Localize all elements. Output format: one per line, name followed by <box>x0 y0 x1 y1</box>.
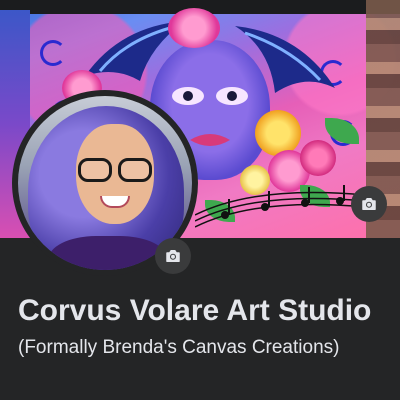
painting-flower <box>255 110 301 156</box>
painting-flower <box>300 140 336 176</box>
profile-photo-shirt <box>48 236 168 270</box>
profile-photo-glasses-left <box>78 158 112 182</box>
painting-leaf <box>325 118 359 144</box>
camera-icon <box>166 250 180 262</box>
painting-flower <box>168 8 220 48</box>
painting-music-staff <box>195 185 365 228</box>
camera-icon <box>362 198 376 210</box>
profile-photo-glasses-right <box>118 158 152 182</box>
edit-profile-picture-button[interactable] <box>155 238 191 274</box>
page-title: Corvus Volare Art Studio (Formally Brend… <box>18 292 388 366</box>
page-name: Corvus Volare Art Studio <box>18 294 372 327</box>
edit-cover-photo-button[interactable] <box>351 186 387 222</box>
painting-swirl <box>40 40 66 66</box>
page-former-name: (Formally Brenda's Canvas Creations) <box>18 337 340 358</box>
